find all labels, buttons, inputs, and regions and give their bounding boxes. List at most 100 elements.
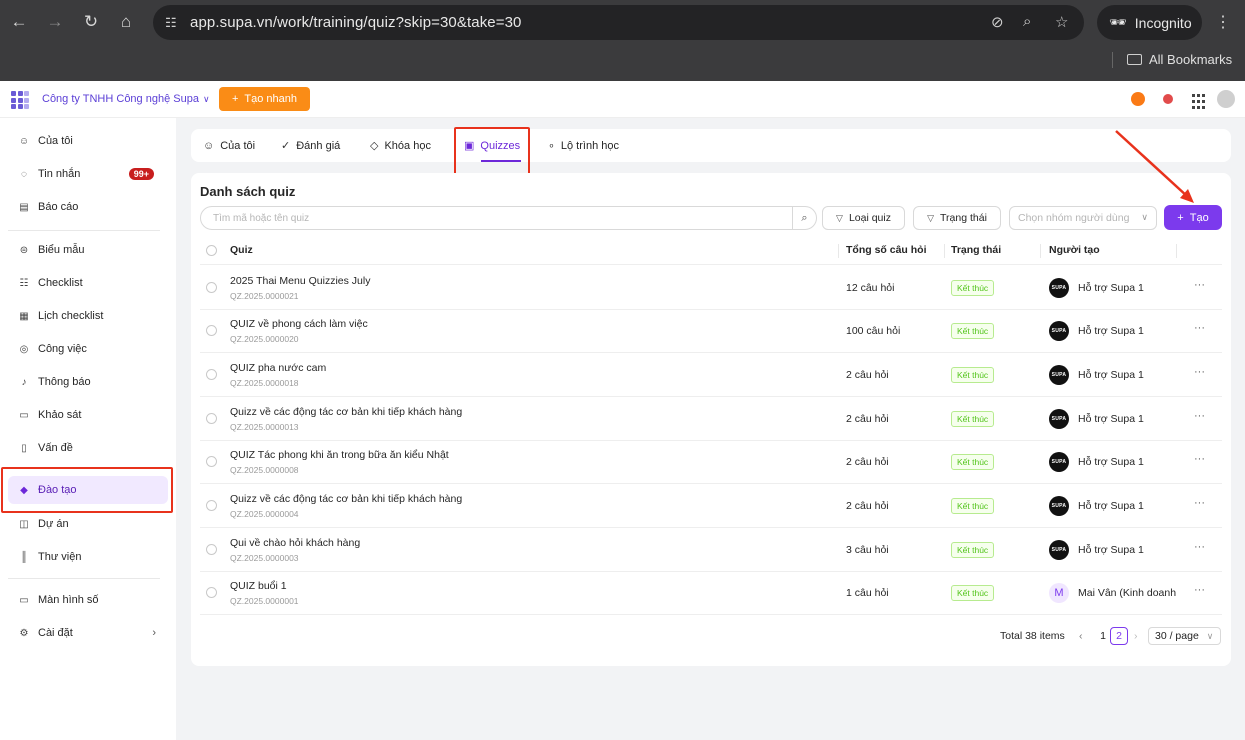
- chevron-down-icon: ∨: [1141, 212, 1148, 222]
- chevron-right-icon: ›: [152, 627, 156, 639]
- quiz-name[interactable]: QUIZ buổi 1: [230, 580, 287, 592]
- bell-icon: ♪: [21, 376, 27, 388]
- row-checkbox[interactable]: [206, 413, 217, 424]
- prev-page-icon[interactable]: ‹: [1079, 627, 1083, 645]
- check-icon: ✓: [281, 140, 291, 152]
- row-checkbox[interactable]: [206, 369, 217, 380]
- table-row[interactable]: QUIZ buổi 1 QZ.2025.0000001 1 câu hỏi Kế…: [200, 571, 1222, 615]
- row-checkbox[interactable]: [206, 456, 217, 467]
- chat-bubble-icon[interactable]: [1131, 92, 1145, 106]
- sidebar-item-checklist[interactable]: ☷ Checklist: [8, 269, 168, 297]
- quiz-name[interactable]: 2025 Thai Menu Quizzies July: [230, 275, 370, 287]
- apps-grid-icon[interactable]: [1192, 94, 1208, 110]
- row-checkbox[interactable]: [206, 500, 217, 511]
- row-checkbox[interactable]: [206, 325, 217, 336]
- search-icon[interactable]: ⌕: [792, 207, 816, 229]
- sidebar-item-my[interactable]: ☺ Của tôi: [8, 127, 168, 155]
- quiz-name[interactable]: Quizz về các động tác cơ bản khi tiếp kh…: [230, 493, 462, 505]
- select-all-checkbox[interactable]: [206, 245, 217, 256]
- row-checkbox[interactable]: [206, 544, 217, 555]
- more-actions-icon[interactable]: ···: [1194, 453, 1205, 465]
- quiz-name[interactable]: QUIZ về phong cách làm việc: [230, 318, 368, 330]
- forward-arrow-icon[interactable]: →: [45, 12, 65, 32]
- table-row[interactable]: Quizz về các động tác cơ bản khi tiếp kh…: [200, 484, 1222, 528]
- more-actions-icon[interactable]: ···: [1194, 497, 1205, 509]
- sidebar-item-label: Checklist: [38, 277, 83, 289]
- survey-icon: ▭: [19, 409, 29, 421]
- sidebar-item-forms[interactable]: ⊜ Biểu mẫu: [8, 236, 168, 264]
- sidebar-item-surveys[interactable]: ▭ Khảo sát: [8, 401, 168, 429]
- sidebar-item-reports[interactable]: ▤ Báo cáo: [8, 193, 168, 221]
- table-row[interactable]: QUIZ Tác phong khi ăn trong bữa ăn kiểu …: [200, 440, 1222, 484]
- sidebar-item-settings[interactable]: ⚙ Cài đặt ›: [8, 619, 168, 647]
- sidebar-item-notifications[interactable]: ♪ Thông báo: [8, 368, 168, 396]
- table-row[interactable]: QUIZ pha nước cam QZ.2025.0000018 2 câu …: [200, 353, 1222, 397]
- avatar: SUPA: [1049, 496, 1069, 516]
- user-avatar-icon[interactable]: [1217, 90, 1235, 108]
- eye-off-icon[interactable]: ⊘: [991, 13, 1004, 31]
- sidebar-item-tasks[interactable]: ◎ Công việc: [8, 335, 168, 363]
- filter-status-button[interactable]: ▽ Trạng thái: [913, 206, 1001, 230]
- company-switcher[interactable]: Công ty TNHH Công nghệ Supa ∨: [42, 93, 210, 105]
- address-bar[interactable]: ☷ app.supa.vn/work/training/quiz?skip=30…: [153, 5, 1084, 40]
- tab-assessment[interactable]: ✓ Đánh giá: [281, 129, 340, 162]
- quiz-name[interactable]: Qui về chào hỏi khách hàng: [230, 537, 360, 549]
- quiz-name[interactable]: Quizz về các động tác cơ bản khi tiếp kh…: [230, 406, 462, 418]
- graduation-cap-icon: ◇: [370, 140, 379, 152]
- sidebar-item-digital-screen[interactable]: ▭ Màn hình số: [8, 586, 168, 614]
- quiz-name[interactable]: QUIZ Tác phong khi ăn trong bữa ăn kiểu …: [230, 449, 449, 461]
- home-icon[interactable]: ⌂: [116, 12, 136, 32]
- quick-create-button[interactable]: + Tạo nhanh: [219, 87, 310, 111]
- table-row[interactable]: Qui về chào hỏi khách hàng QZ.2025.00000…: [200, 528, 1222, 572]
- all-bookmarks-label: All Bookmarks: [1149, 52, 1233, 67]
- more-actions-icon[interactable]: ···: [1194, 366, 1205, 378]
- zoom-icon[interactable]: ⌕: [1023, 13, 1031, 30]
- sidebar-item-issues[interactable]: ▯ Vấn đề: [8, 434, 168, 462]
- next-page-icon[interactable]: ›: [1134, 627, 1138, 645]
- quiz-name[interactable]: QUIZ pha nước cam: [230, 362, 326, 374]
- supa-logo-icon[interactable]: [11, 91, 29, 109]
- star-icon[interactable]: ☆: [1055, 13, 1068, 31]
- more-actions-icon[interactable]: ···: [1194, 584, 1205, 596]
- team-icon[interactable]: [1163, 94, 1173, 104]
- page-size-select[interactable]: 30 / page ∨: [1148, 627, 1221, 645]
- sidebar-item-label: Tin nhắn: [38, 168, 81, 180]
- issue-icon: ▯: [21, 442, 27, 454]
- page-1-button[interactable]: 1: [1096, 627, 1110, 645]
- incognito-badge[interactable]: 🕶 Incognito: [1097, 5, 1202, 40]
- browser-menu-icon[interactable]: ⋮: [1215, 12, 1231, 32]
- more-actions-icon[interactable]: ···: [1194, 410, 1205, 422]
- checklist-icon: ☷: [19, 277, 29, 289]
- row-checkbox[interactable]: [206, 282, 217, 293]
- table-row[interactable]: QUIZ về phong cách làm việc QZ.2025.0000…: [200, 309, 1222, 353]
- avatar: SUPA: [1049, 540, 1069, 560]
- filter-quiz-type-button[interactable]: ▽ Loại quiz: [822, 206, 905, 230]
- status-badge: Kết thúc: [951, 585, 995, 601]
- search-input[interactable]: Tìm mã hoặc tên quiz ⌕: [200, 206, 817, 230]
- table-row[interactable]: Quizz về các động tác cơ bản khi tiếp kh…: [200, 397, 1222, 441]
- sidebar-item-label: Thư viện: [38, 551, 82, 563]
- reload-icon[interactable]: ↻: [81, 12, 101, 32]
- tab-my[interactable]: ☺ Của tôi: [203, 129, 255, 162]
- column-header-status: Trạng thái: [951, 244, 1002, 256]
- all-bookmarks[interactable]: All Bookmarks: [1127, 52, 1232, 67]
- status-badge: Kết thúc: [951, 280, 995, 296]
- question-count: 12 câu hỏi: [846, 282, 895, 294]
- more-actions-icon[interactable]: ···: [1194, 541, 1205, 553]
- more-actions-icon[interactable]: ···: [1194, 279, 1205, 291]
- sidebar-item-checklist-schedule[interactable]: ▦ Lịch checklist: [8, 302, 168, 330]
- tab-courses[interactable]: ◇ Khóa học: [370, 129, 431, 162]
- sidebar-item-projects[interactable]: ◫ Dự án: [8, 510, 168, 538]
- tab-learning-path[interactable]: ∘ Lộ trình học: [548, 129, 619, 162]
- back-arrow-icon[interactable]: ←: [9, 12, 29, 32]
- page-2-button[interactable]: 2: [1110, 627, 1128, 645]
- sidebar-item-library[interactable]: ║ Thư viện: [8, 543, 168, 571]
- row-checkbox[interactable]: [206, 587, 217, 598]
- company-name: Công ty TNHH Công nghệ Supa: [42, 93, 199, 105]
- sidebar-item-messages[interactable]: ◌ Tin nhắn 99+: [8, 160, 168, 188]
- more-actions-icon[interactable]: ···: [1194, 322, 1205, 334]
- table-row[interactable]: 2025 Thai Menu Quizzies July QZ.2025.000…: [200, 266, 1222, 310]
- url-text: app.supa.vn/work/training/quiz?skip=30&t…: [190, 14, 522, 31]
- avatar: SUPA: [1049, 365, 1069, 385]
- site-settings-icon[interactable]: ☷: [165, 15, 181, 31]
